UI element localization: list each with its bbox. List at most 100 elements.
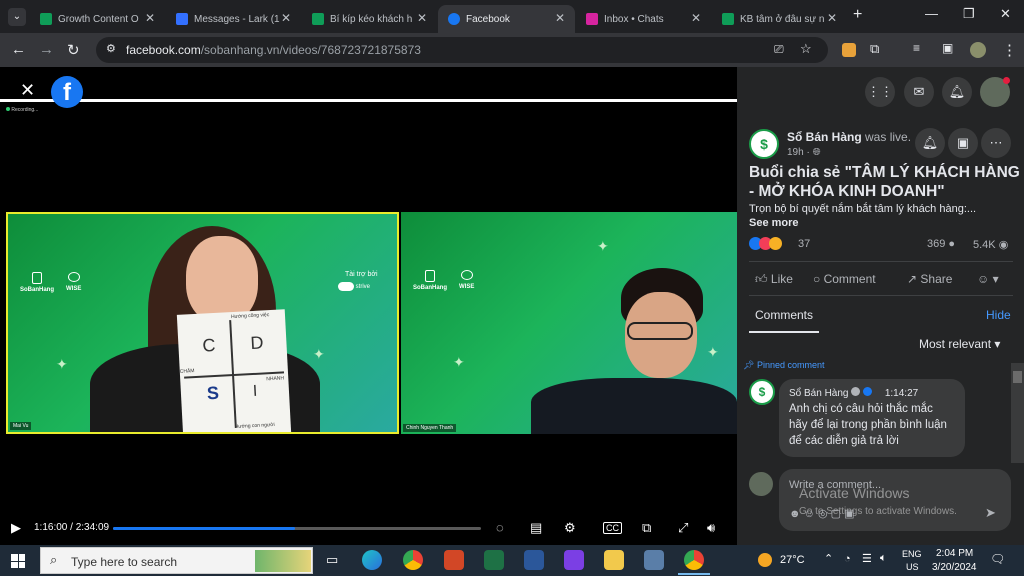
tab-search-button[interactable]: ⌄ [8,8,26,26]
progress-bar[interactable] [113,527,481,530]
comment-author[interactable]: Sổ Bán Hàng [789,388,849,399]
scroll-thumb[interactable] [1013,371,1022,383]
forward-icon[interactable]: → [39,41,54,58]
weather-temp[interactable]: 27°C [780,554,805,566]
settings-gear-icon[interactable]: ⚙ [564,520,576,536]
speaker-icon[interactable]: 🔈︎ [880,552,887,565]
reactions-count[interactable]: 37 [798,238,810,250]
fullscreen-icon[interactable]: ⤢ [678,520,688,536]
more-options-icon[interactable]: ⋯ [981,128,1011,158]
comments-scrollbar[interactable] [1011,363,1024,463]
captions-chat-icon[interactable]: ◌ [496,520,504,535]
chrome-icon[interactable] [403,550,423,570]
install-app-icon[interactable]: ⎚ [774,42,784,57]
volume-icon[interactable]: 🔊︎ [707,520,715,536]
tab-growth-content[interactable]: Growth Content O ✕ [30,5,165,33]
reload-icon[interactable]: ↻ [67,41,80,59]
network-icon[interactable]: ◔ [844,553,851,565]
menu-kebab-icon[interactable]: ⋮ [1002,41,1017,59]
profile-avatar[interactable] [970,42,986,58]
tray-chevron-icon[interactable]: ⌃ [824,552,833,565]
close-icon[interactable]: ✕ [691,11,701,25]
like-button[interactable]: 👍︎ Like [755,272,793,287]
address-bar[interactable]: ⚙ facebook.com/sobanhang.vn/videos/76872… [96,37,828,63]
input-lang-primary[interactable]: ENG [902,549,922,559]
share-button[interactable]: ↗ Share [907,272,952,286]
notifications-bell-icon[interactable]: 🔔︎ [942,77,972,107]
close-icon[interactable]: ✕ [555,11,565,25]
see-more-link[interactable]: See more [749,217,799,229]
excel-icon[interactable] [484,550,504,570]
reaction-picker[interactable]: ☺ ▾ [977,272,999,286]
extension-icon[interactable] [842,43,856,57]
close-icon[interactable]: ✕ [145,11,155,25]
reading-list-icon[interactable]: ≡ [913,41,920,55]
follow-bell-icon[interactable]: 🔔︎ [915,128,945,158]
app-purple-icon[interactable] [564,550,584,570]
windows-start-icon[interactable] [11,554,25,568]
facebook-logo[interactable]: f [51,76,83,108]
pip-icon[interactable]: ⧉ [642,520,651,536]
page-avatar[interactable]: $ [749,129,779,159]
app-window-icon[interactable] [644,550,664,570]
file-explorer-icon[interactable] [604,550,624,570]
globe-icon: 🌐︎ [812,147,821,158]
close-icon[interactable]: ✕ [20,80,35,101]
edge-icon[interactable] [362,550,382,570]
tab-comments[interactable]: Comments [755,308,813,322]
comment-timestamp[interactable]: 1:14:27 [885,388,918,399]
emoji-icon[interactable]: ☺ [804,508,815,520]
tab-facebook[interactable]: Facebook ✕ [438,5,575,33]
powerpoint-icon[interactable] [444,550,464,570]
close-icon[interactable]: ✕ [827,11,837,25]
tab-kb-tam[interactable]: KB tâm ở đâu sự n ✕ [712,5,847,33]
wifi-icon[interactable]: ☰ [862,552,872,565]
weather-sun-icon[interactable] [758,553,772,567]
clapper-icon[interactable]: ▤ [530,520,542,536]
tab-bi-kip[interactable]: Bí kíp kéo khách h ✕ [302,5,437,33]
hide-comments-link[interactable]: Hide [986,308,1011,322]
gif-icon[interactable]: ▢ [831,508,841,520]
taskbar-search[interactable]: ⌕ Type here to search [40,547,313,574]
restore-icon[interactable]: ❐ [963,6,975,22]
task-view-icon[interactable]: ▭ [326,552,338,568]
input-lang-secondary[interactable]: US [906,562,919,572]
close-icon[interactable]: ✕ [281,11,291,25]
write-comment-box[interactable]: Write a comment... Activate Windows Go t… [779,469,1011,531]
close-window-icon[interactable]: ✕ [1000,6,1011,22]
play-icon[interactable]: ▶ [11,520,21,536]
commenter-avatar[interactable]: $ [749,379,775,405]
sticker-icon[interactable]: ▣ [844,508,854,520]
post-time[interactable]: 19h [787,147,804,158]
minimize-icon[interactable]: — [925,6,938,21]
messenger-icon[interactable]: ✉ [904,77,934,107]
send-icon[interactable]: ➤ [985,505,996,521]
site-info-icon[interactable]: ⚙ [106,42,116,55]
camera-icon[interactable]: ◎ [818,508,828,520]
clock-date[interactable]: 3/20/2024 [932,562,977,573]
word-icon[interactable] [524,550,544,570]
tab-messages-lark[interactable]: Messages - Lark (1 ✕ [166,5,301,33]
close-icon[interactable]: ✕ [417,11,427,25]
sort-dropdown[interactable]: Most relevant ▾ [919,337,1000,351]
comment-button[interactable]: ○ Comment [813,272,876,286]
new-tab-button[interactable]: + [853,6,862,24]
clock-time[interactable]: 2:04 PM [936,548,973,559]
cc-icon[interactable]: CC [603,522,622,534]
save-icon[interactable]: ▣ [948,128,978,158]
side-panel-icon[interactable]: ▣ [942,41,953,55]
chrome-active-icon[interactable] [684,550,704,570]
comments-count[interactable]: 369 ● [927,238,955,250]
tab-inbox-chats[interactable]: Inbox • Chats ✕ [576,5,711,33]
my-avatar[interactable] [749,472,773,496]
eye-icon: ◉ [998,239,1009,251]
notification-center-icon[interactable]: 🗨︎ [990,552,1005,566]
avatar-sticker-icon[interactable]: ☻ [789,508,801,520]
reactions-row[interactable] [749,237,782,255]
menu-grid-icon[interactable]: ⋮⋮ [865,77,895,107]
sheets-icon [312,13,324,25]
bookmark-star-icon[interactable]: ☆ [800,41,812,57]
back-icon[interactable]: ← [11,41,26,58]
extensions-puzzle-icon[interactable]: ⧉ [870,41,879,57]
page-name-link[interactable]: Sổ Bán Hàng [787,130,862,144]
